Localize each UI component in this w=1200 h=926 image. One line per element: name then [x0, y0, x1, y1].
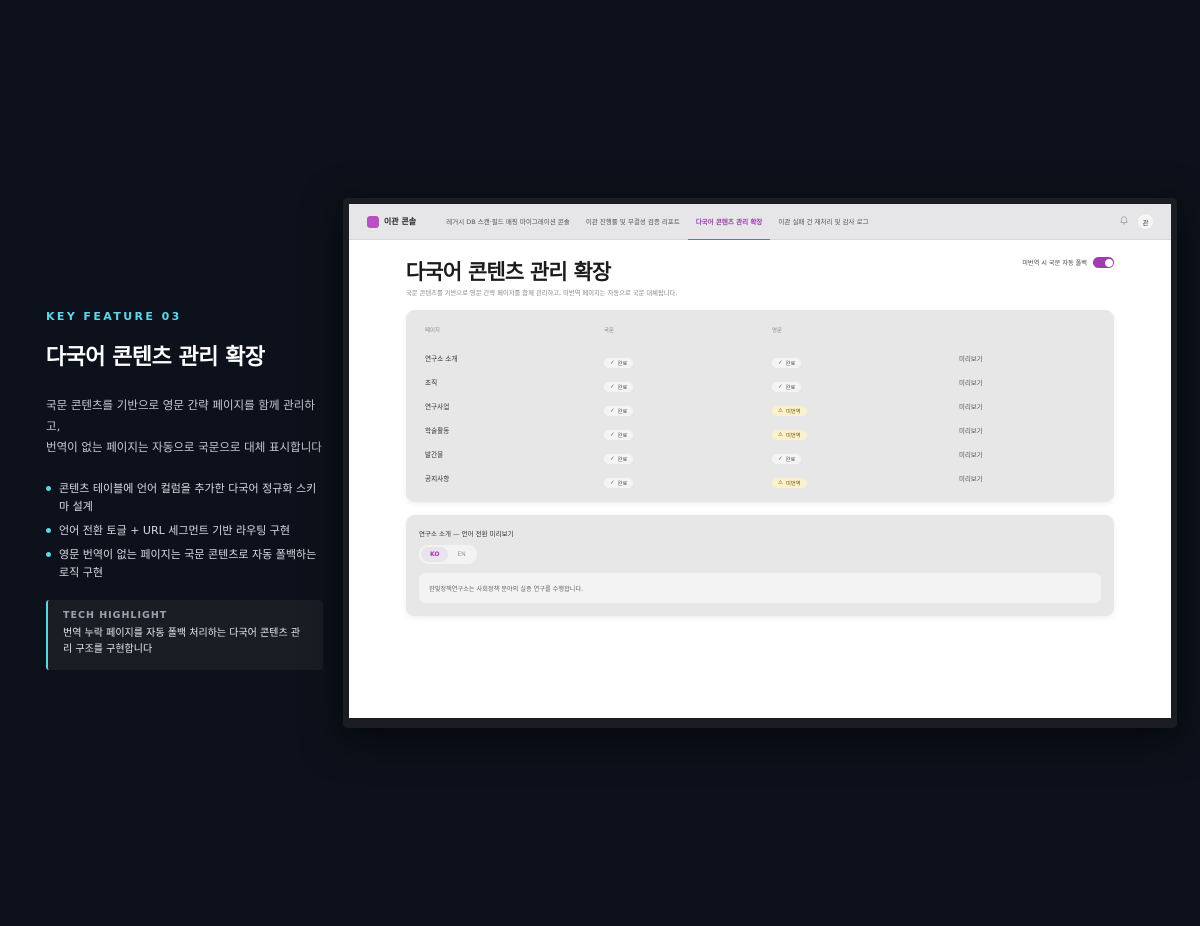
table-row: 학술활동 ✓ 완료 ⚠ 미번역 미리보기: [425, 418, 1095, 442]
en-status-badge: ✓ 완료: [772, 381, 802, 392]
ko-status-badge: ✓ 완료: [604, 429, 634, 440]
check-icon: ✓: [778, 455, 783, 462]
tech-highlight: TECH HIGHLIGHT 번역 누락 페이지를 자동 폴백 처리하는 다국어…: [46, 600, 323, 670]
feature-panel: KEY FEATURE 03 다국어 콘텐츠 관리 확장 국문 콘텐츠를 기반으…: [46, 310, 326, 670]
page-subtitle: 국문 콘텐츠를 기반으로 영문 간략 페이지를 함께 관리하고, 미번역 페이지…: [406, 290, 678, 297]
preview-link[interactable]: 미리보기: [959, 426, 983, 435]
feature-description-line: 국문 콘텐츠를 기반으로 영문 간략 페이지를 함께 관리하고,: [46, 398, 315, 433]
feature-bullets: 콘텐츠 테이블에 언어 컬럼을 추가한 다국어 정규화 스키마 설계 언어 전환…: [46, 480, 326, 582]
en-status-badge: ✓ 완료: [772, 453, 802, 464]
brand-name: 이관 콘솔: [384, 217, 417, 226]
page-name: 공지사항: [425, 475, 450, 483]
check-icon: ✓: [610, 407, 615, 414]
warning-icon: ⚠: [778, 431, 783, 438]
check-icon: ✓: [778, 383, 783, 390]
preview-title: 연구소 소개 — 언어 전환 미리보기: [419, 530, 514, 538]
column-header-ko: 국문: [604, 328, 614, 334]
preview-text: 한빛정책연구소는 사회정책 분야의 실증 연구를 수행합니다.: [419, 573, 1101, 603]
check-icon: ✓: [610, 431, 615, 438]
brand[interactable]: 이관 콘솔: [367, 215, 417, 228]
preview-link[interactable]: 미리보기: [959, 354, 983, 363]
top-nav: 레거시 DB 스캔·필드 매핑 마이그레이션 콘솔 이관 진행률 및 무결성 검…: [438, 204, 876, 240]
en-status-label: 완료: [785, 360, 796, 367]
ko-status-label: 완료: [617, 408, 628, 415]
en-status-badge: ⚠ 미번역: [772, 477, 807, 488]
table-row: 연구소 소개 ✓ 완료 ✓ 완료 미리보기: [425, 346, 1095, 370]
page-title: 다국어 콘텐츠 관리 확장: [406, 260, 612, 284]
warning-icon: ⚠: [778, 479, 783, 486]
en-status-label: 미번역: [785, 480, 801, 487]
check-icon: ✓: [610, 383, 615, 390]
avatar[interactable]: 관: [1138, 214, 1153, 229]
lang-button-en[interactable]: EN: [448, 547, 474, 562]
check-icon: ✓: [778, 359, 783, 366]
ko-status-label: 완료: [617, 456, 628, 463]
en-status-label: 완료: [785, 456, 796, 463]
ko-status-label: 완료: [617, 480, 628, 487]
fallback-label: 미번역 시 국문 자동 폴백: [1022, 260, 1087, 267]
table-row: 조직 ✓ 완료 ✓ 완료 미리보기: [425, 370, 1095, 394]
feature-description-line: 번역이 없는 페이지는 자동으로 국문으로 대체 표시합니다: [46, 440, 322, 454]
preview-link[interactable]: 미리보기: [959, 474, 983, 483]
ko-status-badge: ✓ 완료: [604, 405, 634, 416]
lang-button-ko[interactable]: KO: [421, 547, 449, 562]
en-status-badge: ✓ 완료: [772, 357, 802, 368]
table-header: 페이지 국문 영문: [425, 326, 1095, 334]
nav-tab-retry-audit[interactable]: 이관 실패 건 재처리 및 감사 로그: [770, 204, 876, 240]
nav-tab-progress-report[interactable]: 이관 진행률 및 무결성 검증 리포트: [578, 204, 688, 240]
topbar-actions: 관: [1120, 214, 1153, 229]
translation-status-table: 페이지 국문 영문 연구소 소개 ✓ 완료 ✓ 완료 미리보기 조직 ✓ 완료 ✓ 완료…: [406, 310, 1114, 502]
ko-status-label: 완료: [617, 384, 628, 391]
nav-tab-multilingual[interactable]: 다국어 콘텐츠 관리 확장: [687, 204, 771, 240]
ko-status-badge: ✓ 완료: [604, 381, 634, 392]
page-name: 조직: [425, 379, 438, 387]
en-status-badge: ⚠ 미번역: [772, 405, 807, 416]
main-content: 다국어 콘텐츠 관리 확장 국문 콘텐츠를 기반으로 영문 간략 페이지를 함께…: [349, 240, 1171, 616]
check-icon: ✓: [610, 455, 615, 462]
en-status-label: 미번역: [785, 408, 801, 415]
ko-status-label: 완료: [617, 360, 628, 367]
ko-status-badge: ✓ 완료: [604, 357, 634, 368]
tech-highlight-text: 번역 누락 페이지를 자동 폴백 처리하는 다국어 콘텐츠 관리 구조를 구현합…: [63, 628, 301, 655]
check-icon: ✓: [610, 479, 615, 486]
feature-bullet: 콘텐츠 테이블에 언어 컬럼을 추가한 다국어 정규화 스키마 설계: [46, 480, 326, 516]
preview-link[interactable]: 미리보기: [959, 378, 983, 387]
en-status-label: 완료: [785, 384, 796, 391]
table-row: 연구사업 ✓ 완료 ⚠ 미번역 미리보기: [425, 394, 1095, 418]
ko-status-label: 완료: [617, 432, 628, 439]
nav-tab-field-mapping[interactable]: 레거시 DB 스캔·필드 매핑 마이그레이션 콘솔: [438, 204, 578, 240]
logo-icon: [367, 215, 379, 228]
tech-highlight-title: TECH HIGHLIGHT: [63, 610, 168, 621]
ko-status-badge: ✓ 완료: [604, 453, 634, 464]
monitor-frame: 이관 콘솔 레거시 DB 스캔·필드 매핑 마이그레이션 콘솔 이관 진행률 및…: [343, 198, 1177, 728]
table-row: 발간물 ✓ 완료 ✓ 완료 미리보기: [425, 442, 1095, 466]
page-name: 연구소 소개: [425, 355, 458, 363]
check-icon: ✓: [610, 359, 615, 366]
language-toggle: KO EN: [419, 545, 477, 564]
feature-bullet: 영문 번역이 없는 페이지는 국문 콘텐츠로 자동 폴백하는 로직 구현: [46, 546, 326, 582]
fallback-setting: 미번역 시 국문 자동 폴백: [1022, 257, 1114, 268]
app-topbar: 이관 콘솔 레거시 DB 스캔·필드 매핑 마이그레이션 콘솔 이관 진행률 및…: [349, 204, 1171, 240]
page-name: 발간물: [425, 451, 444, 459]
ko-status-badge: ✓ 완료: [604, 477, 634, 488]
feature-description: 국문 콘텐츠를 기반으로 영문 간략 페이지를 함께 관리하고, 번역이 없는 …: [46, 395, 326, 458]
table-row: 공지사항 ✓ 완료 ⚠ 미번역 미리보기: [425, 466, 1095, 490]
preview-link[interactable]: 미리보기: [959, 402, 983, 411]
feature-eyebrow: KEY FEATURE 03: [46, 310, 182, 323]
feature-bullet: 언어 전환 토글 + URL 세그먼트 기반 라우팅 구현: [46, 522, 326, 540]
language-preview-card: 연구소 소개 — 언어 전환 미리보기 KO EN 한빛정책연구소는 사회정책 …: [406, 515, 1114, 616]
column-header-en: 영문: [772, 328, 782, 334]
page-name: 연구사업: [425, 403, 450, 411]
en-status-badge: ⚠ 미번역: [772, 429, 807, 440]
fallback-toggle[interactable]: [1093, 257, 1114, 268]
warning-icon: ⚠: [778, 407, 783, 414]
app-screen: 이관 콘솔 레거시 DB 스캔·필드 매핑 마이그레이션 콘솔 이관 진행률 및…: [349, 204, 1171, 718]
en-status-label: 미번역: [785, 432, 801, 439]
column-header-page: 페이지: [425, 328, 440, 334]
bell-icon[interactable]: [1120, 216, 1128, 227]
page-name: 학술활동: [425, 427, 450, 435]
feature-title: 다국어 콘텐츠 관리 확장: [46, 345, 265, 370]
preview-link[interactable]: 미리보기: [959, 450, 983, 459]
